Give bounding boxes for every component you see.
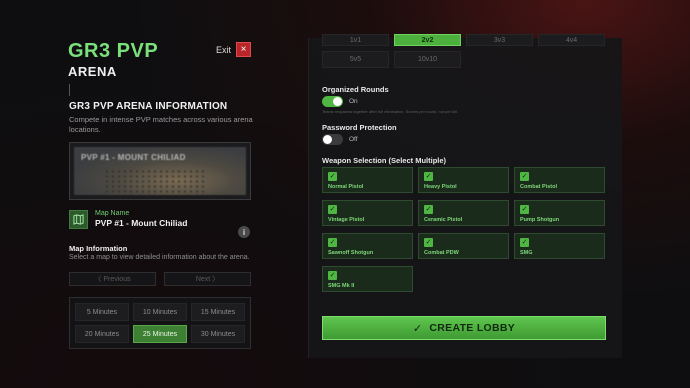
checkbox-checked-icon: ✓ — [520, 238, 529, 247]
weapon-label: SMG — [520, 250, 533, 256]
organized-rounds-state: On — [349, 98, 358, 105]
team-size-option[interactable]: 10v10 — [394, 51, 461, 68]
team-size-option[interactable]: 5v5 — [322, 51, 389, 68]
map-icon — [69, 209, 88, 229]
weapon-option[interactable]: ✓ Normal Pistol — [322, 167, 413, 193]
team-size-option[interactable]: 2v2 — [394, 34, 461, 46]
weapon-option[interactable]: ✓ Ceramic Pistol — [418, 200, 509, 226]
duration-option[interactable]: 15 Minutes — [191, 303, 245, 321]
checkbox-checked-icon: ✓ — [328, 205, 337, 214]
checkbox-checked-icon: ✓ — [424, 238, 433, 247]
weapon-option[interactable]: ✓ Combat PDW — [418, 233, 509, 259]
duration-option[interactable]: 10 Minutes — [133, 303, 187, 321]
checkbox-checked-icon: ✓ — [328, 271, 337, 280]
checkbox-checked-icon: ✓ — [520, 205, 529, 214]
weapon-label: Ceramic Pistol — [424, 217, 463, 223]
weapon-selection-title: Weapon Selection (Select Multiple) — [322, 156, 447, 165]
organized-rounds-toggle[interactable] — [322, 96, 343, 107]
duration-option[interactable]: 30 Minutes — [191, 325, 245, 343]
check-icon: ✓ — [412, 322, 423, 335]
duration-option[interactable]: 5 Minutes — [75, 303, 129, 321]
next-map-button[interactable]: Next 〉 — [164, 272, 251, 286]
weapon-option[interactable]: ✓ Combat Pistol — [514, 167, 605, 193]
weapon-label: SMG Mk II — [328, 283, 355, 289]
weapon-label: Vintage Pistol — [328, 217, 365, 223]
duration-selector: 5 Minutes 10 Minutes 15 Minutes 20 Minutes 2… — [69, 297, 251, 349]
map-info-description: Select a map to view detailed informatio… — [69, 254, 250, 261]
checkbox-checked-icon: ✓ — [424, 172, 433, 181]
map-info-title: Map Information — [69, 244, 128, 253]
map-preview-label: PVP #1 - MOUNT CHILIAD — [81, 153, 186, 162]
password-protection-state: Off — [349, 136, 358, 143]
team-size-option[interactable]: 1v1 — [322, 34, 389, 46]
organized-rounds-title: Organized Rounds — [322, 85, 389, 94]
organized-rounds-note: Teams respawns together after full elimi… — [322, 109, 458, 114]
map-name-value: PVP #1 - Mount Chiliad — [95, 218, 188, 228]
exit-control[interactable]: Exit × — [216, 42, 252, 57]
weapon-option[interactable]: ✓ Vintage Pistol — [322, 200, 413, 226]
team-size-selector: 1v1 2v2 3v3 4v4 5v5 10v10 — [322, 34, 605, 68]
team-size-option[interactable]: 4v4 — [538, 34, 605, 46]
toggle-knob — [333, 97, 342, 106]
info-title: GR3 PVP ARENA INFORMATION — [69, 101, 228, 112]
weapon-label: Sawnoff Shotgun — [328, 250, 374, 256]
weapon-option[interactable]: ✓ SMG Mk II — [322, 266, 413, 292]
weapon-label: Heavy Pistol — [424, 184, 457, 190]
team-size-option[interactable]: 3v3 — [466, 34, 533, 46]
password-protection-title: Password Protection — [322, 123, 397, 132]
map-name-label: Map Name — [95, 210, 130, 217]
password-protection-toggle[interactable] — [322, 134, 343, 145]
info-icon[interactable]: i — [238, 226, 250, 238]
checkbox-checked-icon: ✓ — [520, 172, 529, 181]
weapon-label: Pump Shotgun — [520, 217, 560, 223]
create-lobby-button[interactable]: ✓ CREATE LOBBY — [322, 316, 606, 340]
map-name-row: Map Name PVP #1 - Mount Chiliad — [69, 209, 187, 229]
map-preview: PVP #1 - MOUNT CHILIAD — [69, 142, 251, 200]
weapon-selection-grid: ✓ Normal Pistol ✓ Heavy Pistol ✓ Combat Pisto… — [322, 167, 605, 292]
weapon-option[interactable]: ✓ Pump Shotgun — [514, 200, 605, 226]
weapon-option[interactable]: ✓ Sawnoff Shotgun — [322, 233, 413, 259]
weapon-option[interactable]: ✓ SMG — [514, 233, 605, 259]
checkbox-checked-icon: ✓ — [424, 205, 433, 214]
previous-map-button[interactable]: 〈 Previous — [69, 272, 156, 286]
exit-label[interactable]: Exit — [216, 45, 231, 55]
weapon-label: Combat Pistol — [520, 184, 557, 190]
duration-option[interactable]: 20 Minutes — [75, 325, 129, 343]
create-lobby-label: CREATE LOBBY — [429, 322, 516, 334]
weapon-option[interactable]: ✓ Heavy Pistol — [418, 167, 509, 193]
map-texture — [104, 169, 204, 194]
toggle-knob — [323, 135, 332, 144]
duration-option[interactable]: 25 Minutes — [133, 325, 187, 343]
weapon-label: Normal Pistol — [328, 184, 364, 190]
divider — [69, 84, 70, 96]
weapon-label: Combat PDW — [424, 250, 459, 256]
close-icon[interactable]: × — [236, 42, 252, 57]
app-subtitle: ARENA — [68, 64, 117, 79]
checkbox-checked-icon: ✓ — [328, 238, 337, 247]
checkbox-checked-icon: ✓ — [328, 172, 337, 181]
map-preview-image: PVP #1 - MOUNT CHILIAD — [74, 147, 246, 195]
info-description: Compete in intense PVP matches across va… — [69, 115, 253, 134]
